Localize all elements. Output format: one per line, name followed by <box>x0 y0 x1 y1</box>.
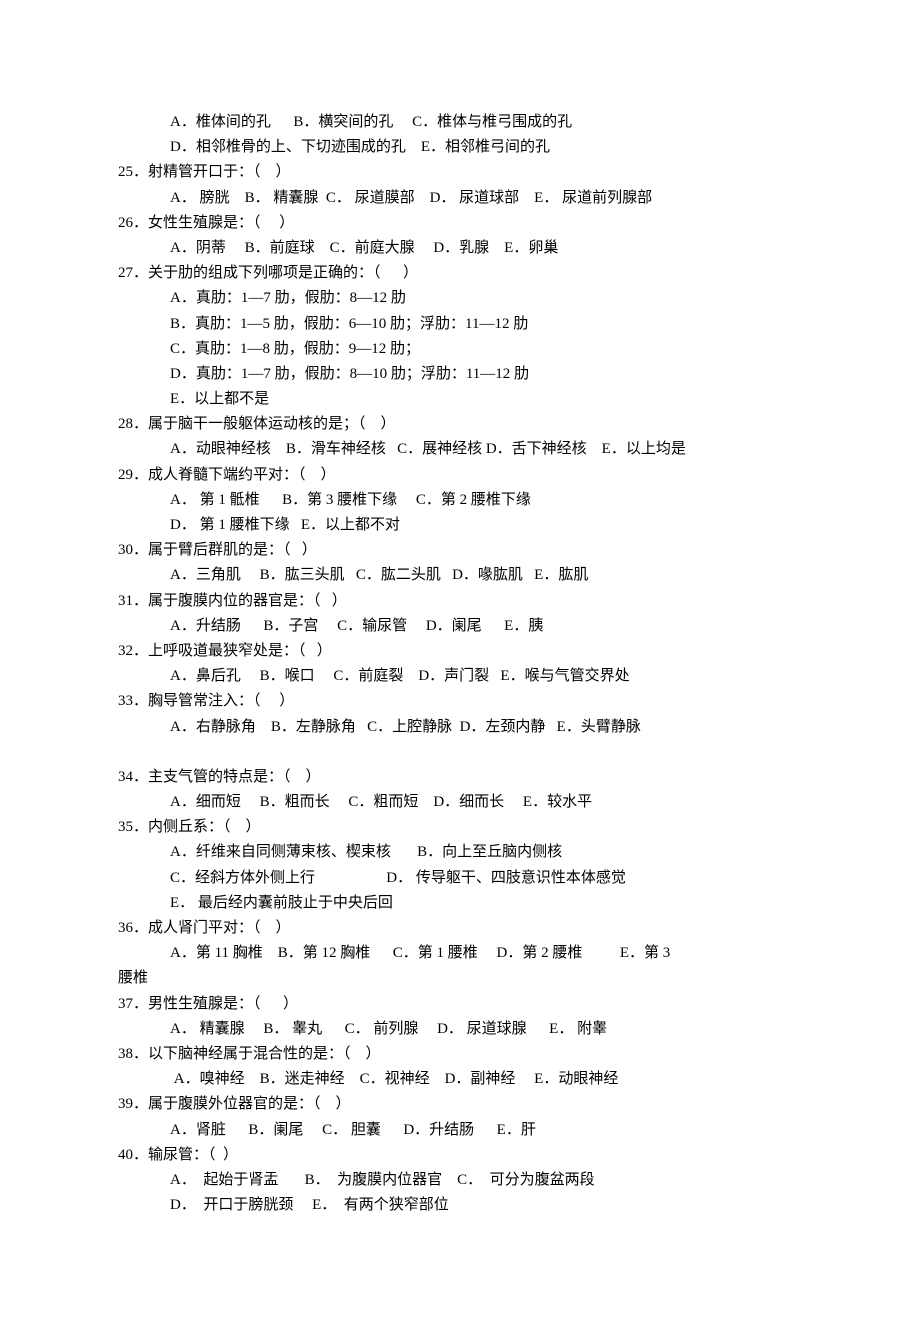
question: 26．女性生殖腺是：（ ）A．阴蒂 B．前庭球 C．前庭大腺 D．乳腺 E．卵巢 <box>118 211 805 261</box>
question-options: A．肾脏 B．阑尾 C． 胆囊 D．升结肠 E．肝 <box>118 1118 805 1143</box>
question: 27．关于肋的组成下列哪项是正确的：（ ）A．真肋：1—7 肋，假肋：8—12 … <box>118 261 805 412</box>
question-options: A． 精囊腺 B． 睾丸 C． 前列腺 D． 尿道球腺 E． 附睾 <box>118 1017 805 1042</box>
question-stem: 28．属于脑干一般躯体运动核的是；（ ） <box>118 412 805 437</box>
question-options: C．真肋：1—8 肋，假肋：9—12 肋； <box>118 337 805 362</box>
question: 37．男性生殖腺是：（ ）A． 精囊腺 B． 睾丸 C． 前列腺 D． 尿道球腺… <box>118 992 805 1042</box>
question: 39．属于腹膜外位器官的是：（ ）A．肾脏 B．阑尾 C． 胆囊 D．升结肠 E… <box>118 1092 805 1142</box>
question-options: A． 膀胱 B． 精囊腺 C． 尿道膜部 D． 尿道球部 E． 尿道前列腺部 <box>118 186 805 211</box>
question-stem: 36．成人肾门平对：（ ） <box>118 916 805 941</box>
question: 34．主支气管的特点是：（ ）A．细而短 B．粗而长 C．粗而短 D．细而长 E… <box>118 765 805 815</box>
question-stem: 32．上呼吸道最狭窄处是：（ ） <box>118 639 805 664</box>
question-stem: 34．主支气管的特点是：（ ） <box>118 765 805 790</box>
question-options: A．右静脉角 B．左静脉角 C．上腔静脉 D．左颈内静 E．头臂静脉 <box>118 715 805 740</box>
question-options: E． 最后经内囊前肢止于中央后回 <box>118 891 805 916</box>
question-stem: 37．男性生殖腺是：（ ） <box>118 992 805 1017</box>
question-options-wrap: 腰椎 <box>118 966 805 991</box>
question-stem: 31．属于腹膜内位的器官是：（ ） <box>118 589 805 614</box>
question: 30．属于臂后群肌的是：（ ）A．三角肌 B．肱三头肌 C．肱二头肌 D．喙肱肌… <box>118 538 805 588</box>
question-options: A．真肋：1—7 肋，假肋：8—12 肋 <box>118 286 805 311</box>
question-options: A．嗅神经 B．迷走神经 C．视神经 D．副神经 E．动眼神经 <box>118 1067 805 1092</box>
question-options: E．以上都不是 <box>118 387 805 412</box>
question: 36．成人肾门平对：（ ）A．第 11 胸椎 B．第 12 胸椎 C．第 1 腰… <box>118 916 805 992</box>
question-stem: 29．成人脊髓下端约平对：（ ） <box>118 463 805 488</box>
question-stem: 33．胸导管常注入：（ ） <box>118 689 805 714</box>
question-options <box>118 740 805 765</box>
question: 38．以下脑神经属于混合性的是：（ ） A．嗅神经 B．迷走神经 C．视神经 D… <box>118 1042 805 1092</box>
question-options: D．相邻椎骨的上、下切迹围成的孔 E．相邻椎弓间的孔 <box>118 135 805 160</box>
question-options: A．阴蒂 B．前庭球 C．前庭大腺 D．乳腺 E．卵巢 <box>118 236 805 261</box>
question-options: D．真肋：1—7 肋，假肋：8—10 肋；浮肋：11—12 肋 <box>118 362 805 387</box>
question-options: A．鼻后孔 B．喉口 C．前庭裂 D．声门裂 E．喉与气管交界处 <box>118 664 805 689</box>
question-stem: 30．属于臂后群肌的是：（ ） <box>118 538 805 563</box>
question: 40．输尿管：（ ）A． 起始于肾盂 B． 为腹膜内位器官 C． 可分为腹盆两段… <box>118 1143 805 1219</box>
question: 31．属于腹膜内位的器官是：（ ）A．升结肠 B．子宫 C．输尿管 D．阑尾 E… <box>118 589 805 639</box>
question: 32．上呼吸道最狭窄处是：（ ）A．鼻后孔 B．喉口 C．前庭裂 D．声门裂 E… <box>118 639 805 689</box>
question-options: D． 开口于膀胱颈 E． 有两个狭窄部位 <box>118 1193 805 1218</box>
question: 29．成人脊髓下端约平对：（ ）A． 第 1 骶椎 B．第 3 腰椎下缘 C．第… <box>118 463 805 539</box>
question-options: D． 第 1 腰椎下缘 E．以上都不对 <box>118 513 805 538</box>
question-options: C．经斜方体外侧上行 D． 传导躯干、四肢意识性本体感觉 <box>118 866 805 891</box>
question-options: A．动眼神经核 B．滑车神经核 C．展神经核 D．舌下神经核 E．以上均是 <box>118 437 805 462</box>
question-options: A．细而短 B．粗而长 C．粗而短 D．细而长 E．较水平 <box>118 790 805 815</box>
question-stem: 25．射精管开口于：（ ） <box>118 160 805 185</box>
question-list: A．椎体间的孔 B．横突间的孔 C．椎体与椎弓围成的孔D．相邻椎骨的上、下切迹围… <box>118 110 805 1218</box>
question-options: A． 起始于肾盂 B． 为腹膜内位器官 C． 可分为腹盆两段 <box>118 1168 805 1193</box>
question: A．椎体间的孔 B．横突间的孔 C．椎体与椎弓围成的孔D．相邻椎骨的上、下切迹围… <box>118 110 805 160</box>
question-stem: 35．内侧丘系：（ ） <box>118 815 805 840</box>
question-stem: 39．属于腹膜外位器官的是：（ ） <box>118 1092 805 1117</box>
question: 35．内侧丘系：（ ）A．纤维来自同侧薄束核、楔束核 B．向上至丘脑内侧核C．经… <box>118 815 805 916</box>
question-options: A．三角肌 B．肱三头肌 C．肱二头肌 D．喙肱肌 E．肱肌 <box>118 563 805 588</box>
question-options: B．真肋：1—5 肋，假肋：6—10 肋；浮肋：11—12 肋 <box>118 312 805 337</box>
question-options: A．纤维来自同侧薄束核、楔束核 B．向上至丘脑内侧核 <box>118 840 805 865</box>
question-stem: 27．关于肋的组成下列哪项是正确的：（ ） <box>118 261 805 286</box>
question-options: A．第 11 胸椎 B．第 12 胸椎 C．第 1 腰椎 D．第 2 腰椎 E．… <box>118 941 805 966</box>
question-options: A．升结肠 B．子宫 C．输尿管 D．阑尾 E．胰 <box>118 614 805 639</box>
question-options: A． 第 1 骶椎 B．第 3 腰椎下缘 C．第 2 腰椎下缘 <box>118 488 805 513</box>
question-options: A．椎体间的孔 B．横突间的孔 C．椎体与椎弓围成的孔 <box>118 110 805 135</box>
question: 33．胸导管常注入：（ ）A．右静脉角 B．左静脉角 C．上腔静脉 D．左颈内静… <box>118 689 805 765</box>
question-stem: 40．输尿管：（ ） <box>118 1143 805 1168</box>
question: 28．属于脑干一般躯体运动核的是；（ ）A．动眼神经核 B．滑车神经核 C．展神… <box>118 412 805 462</box>
question-stem: 26．女性生殖腺是：（ ） <box>118 211 805 236</box>
question: 25．射精管开口于：（ ）A． 膀胱 B． 精囊腺 C． 尿道膜部 D． 尿道球… <box>118 160 805 210</box>
question-stem: 38．以下脑神经属于混合性的是：（ ） <box>118 1042 805 1067</box>
